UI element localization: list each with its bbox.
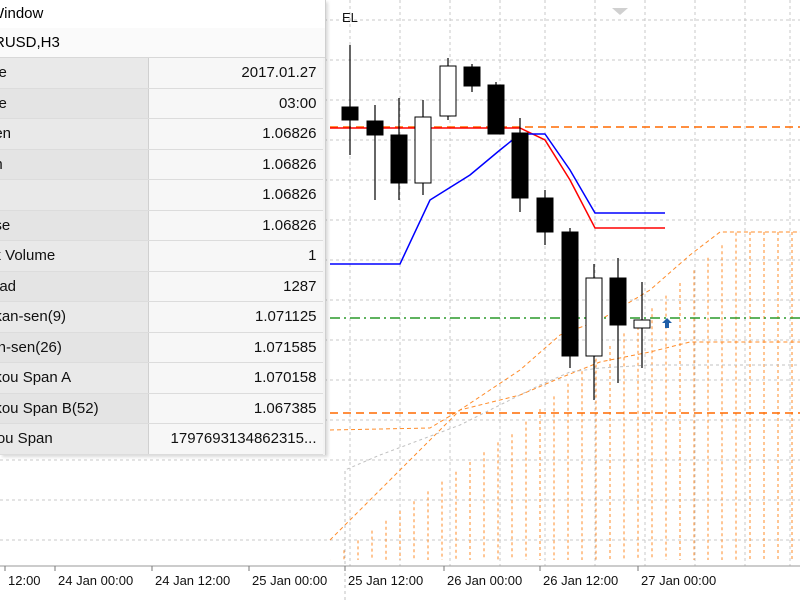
data-row-label: nkan-sen(9): [0, 301, 149, 333]
time-axis-label: 27 Jan 00:00: [641, 573, 716, 588]
data-row: ose1.06826: [0, 210, 323, 241]
candle-body: [633, 319, 651, 329]
data-row-value: 1.06826: [148, 210, 323, 241]
data-window-title: Window: [0, 5, 44, 22]
data-row-label: w: [0, 179, 149, 211]
candle-body: [414, 116, 432, 184]
data-row: nkou Span B(52)1.067385: [0, 393, 323, 424]
chart-corner-label: EL: [342, 10, 358, 25]
time-axis: 12:00 24 Jan 00:00 24 Jan 12:00 25 Jan 00:0…: [0, 565, 800, 588]
time-axis-label: 25 Jan 12:00: [348, 573, 423, 588]
time-axis-label: 26 Jan 12:00: [543, 573, 618, 588]
candle-body: [585, 277, 603, 357]
data-row: ikou Span1797693134862315...: [0, 423, 323, 455]
candle-body: [463, 66, 481, 87]
data-row-label: ikou Span: [0, 423, 149, 455]
candle-body: [609, 277, 627, 326]
ichimoku-lines: [330, 127, 665, 265]
data-table: ate2017.01.27me03:00pen1.06826gh1.06826w…: [0, 58, 323, 455]
candle-body: [487, 84, 505, 135]
data-row-label: nkou Span A: [0, 362, 149, 394]
data-row-value: 1: [148, 240, 323, 272]
symbol-row: RUSD,H3: [0, 28, 325, 58]
data-row-value: 1.071125: [148, 301, 323, 333]
data-row: me03:00: [0, 88, 323, 119]
candle-body: [561, 231, 579, 357]
time-axis-label: 25 Jan 00:00: [252, 573, 327, 588]
time-axis-label: 26 Jan 00:00: [447, 573, 522, 588]
data-row: pen1.06826: [0, 118, 323, 150]
data-row-value: 1.071585: [148, 332, 323, 363]
data-row-label: jun-sen(26): [0, 332, 149, 363]
data-row: w1.06826: [0, 179, 323, 211]
data-row: jun-sen(26)1.071585: [0, 332, 323, 363]
data-row-value: 1797693134862315...: [148, 423, 323, 455]
time-axis-label: 24 Jan 12:00: [155, 573, 230, 588]
candle-body: [341, 106, 359, 121]
scroll-marker-icon: [612, 8, 628, 15]
data-row-label: gh: [0, 149, 149, 180]
data-row: nkan-sen(9)1.071125: [0, 301, 323, 333]
kijun-sen-line: [330, 133, 665, 265]
data-row: gh1.06826: [0, 149, 323, 180]
data-row-value: 1.070158: [148, 362, 323, 394]
data-row-label: pen: [0, 118, 149, 150]
time-axis-label: 12:00: [8, 573, 41, 588]
candle-body: [439, 65, 457, 117]
data-row-value: 1.067385: [148, 393, 323, 424]
data-row-value: 2017.01.27: [148, 58, 323, 89]
data-row-label: ose: [0, 210, 149, 241]
data-row-value: 1.06826: [148, 179, 323, 211]
candle-body: [390, 134, 408, 184]
data-row: nkou Span A1.070158: [0, 362, 323, 394]
data-row-label: nkou Span B(52): [0, 393, 149, 424]
candle-body: [511, 132, 529, 199]
data-row-label: ck Volume: [0, 240, 149, 272]
data-window[interactable]: Window RUSD,H3 ate2017.01.27me03:00pen1.…: [0, 0, 326, 455]
data-row: ck Volume1: [0, 240, 323, 272]
data-row-value: 03:00: [148, 88, 323, 119]
data-row: read1287: [0, 271, 323, 302]
data-row: ate2017.01.27: [0, 58, 323, 89]
data-row-label: ate: [0, 58, 149, 89]
candlesticks: [341, 45, 651, 400]
candle-body: [536, 197, 554, 233]
candle-body: [366, 120, 384, 136]
data-row-value: 1.06826: [148, 118, 323, 150]
data-window-titlebar[interactable]: Window: [0, 0, 325, 29]
data-row-label: read: [0, 271, 149, 302]
symbol-label: RUSD,H3: [0, 34, 60, 51]
data-row-value: 1.06826: [148, 149, 323, 180]
cursor-marker-icon: [662, 318, 672, 328]
chikou-span-line: [344, 364, 800, 600]
data-row-value: 1287: [148, 271, 323, 302]
data-row-label: me: [0, 88, 149, 119]
time-axis-label: 24 Jan 00:00: [58, 573, 133, 588]
